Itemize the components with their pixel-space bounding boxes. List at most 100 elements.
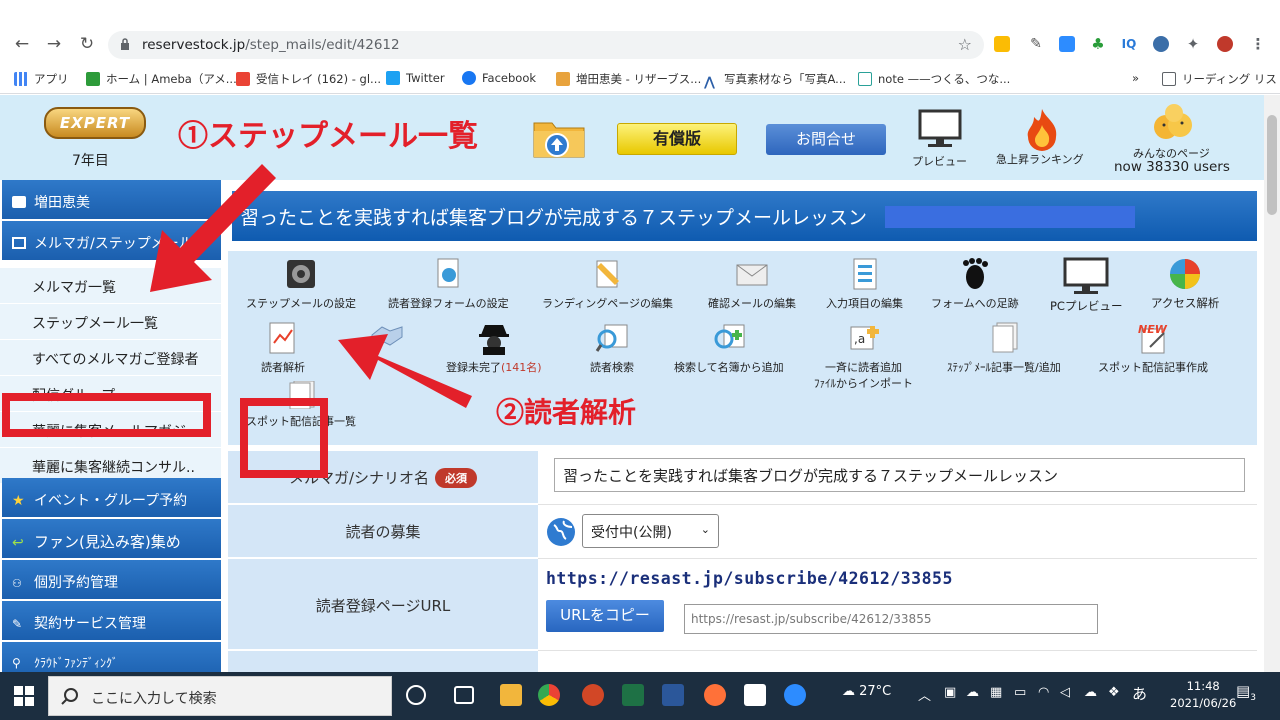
scenario-name-input[interactable]: 習ったことを実践すれば集客ブログが完成する７ステップメールレッスン xyxy=(554,458,1245,492)
bookmark-facebook[interactable]: Facebook xyxy=(462,71,536,85)
fire-icon[interactable] xyxy=(1020,107,1064,151)
reload-icon[interactable]: ↻ xyxy=(76,34,98,54)
tool-incomplete-signups[interactable]: 登録未完了(141名) xyxy=(446,321,542,375)
tray-chevron-icon[interactable]: ︿ xyxy=(918,685,931,704)
task-view-icon[interactable] xyxy=(454,686,474,704)
address-bar[interactable]: reservestock.jp/step_mails/edit/42612 ☆ xyxy=(108,31,984,59)
tool-input-fields-edit[interactable]: 入力項目の編集 xyxy=(826,257,903,311)
signup-url-field[interactable]: https://resast.jp/subscribe/42612/33855 xyxy=(684,604,1098,634)
ranking-label[interactable]: 急上昇ランキング xyxy=(996,151,1084,167)
cloud-sync-icon[interactable]: ☁ xyxy=(1084,685,1097,700)
sidebar-item-step-mail-list[interactable]: ステップメール一覧 xyxy=(0,304,221,340)
scenario-name-cell: 習ったことを実践すれば集客ブログが完成する７ステップメールレッスン xyxy=(538,451,1257,505)
tool-pc-preview[interactable]: PCプレビュー xyxy=(1050,257,1122,314)
tray-app-icon[interactable]: ▣ xyxy=(944,685,956,700)
bookmark-ameba[interactable]: ホーム | Ameba（アメ... xyxy=(86,71,237,87)
eyedropper-icon[interactable]: ✎ xyxy=(1028,36,1044,52)
profile-avatar[interactable] xyxy=(1217,36,1233,52)
sidebar-item-fans[interactable]: ↩ ファン(見込み客)集め xyxy=(2,519,221,559)
bookmark-apps[interactable]: アプリ xyxy=(14,71,69,87)
tool-signup-form-settings[interactable]: 読者登録フォームの設定 xyxy=(388,257,509,311)
tool-access-analysis[interactable]: アクセス解析 xyxy=(1151,257,1219,311)
annotation-step-mail-list: ①ステップメール一覧 xyxy=(178,119,478,154)
magnifier-doc-icon xyxy=(595,324,628,352)
chrome-icon[interactable] xyxy=(538,684,560,706)
contact-button[interactable]: お問合せ xyxy=(766,124,886,155)
sidebar-item-mailmag-list[interactable]: メルマガ一覧 xyxy=(0,268,221,304)
clover-icon[interactable]: ♣ xyxy=(1090,36,1106,52)
tool-search-add[interactable]: 検索して名簿から追加 xyxy=(674,321,784,375)
wifi-icon[interactable]: ◠ xyxy=(1038,685,1049,700)
folder-upload-icon[interactable] xyxy=(532,117,586,159)
bookmark-photo[interactable]: ⋀ 写真素材なら「写真A... xyxy=(704,71,846,90)
dropbox-icon[interactable]: ❖ xyxy=(1108,685,1120,700)
ime-indicator[interactable]: あ xyxy=(1132,683,1147,704)
handshake-icon[interactable] xyxy=(370,323,404,349)
sidebar-item-crowdfunding[interactable]: ⚲ ｸﾗｳﾄﾞﾌｧﾝﾃﾞｨﾝｸﾞ xyxy=(2,642,221,672)
taskbar-search[interactable]: ここに入力して検索 xyxy=(48,676,392,716)
app-icon[interactable] xyxy=(744,684,766,706)
clock[interactable]: 11:48 2021/06/26 xyxy=(1170,678,1236,712)
word-icon[interactable] xyxy=(662,684,684,706)
sidebar-item-event[interactable]: ★ イベント・グループ予約 xyxy=(2,478,221,518)
sidebar-user[interactable]: 増田恵美 xyxy=(2,180,221,220)
windows-start-icon[interactable] xyxy=(14,686,34,706)
scroll-thumb[interactable] xyxy=(1267,115,1277,215)
volume-icon[interactable]: ◁ xyxy=(1060,685,1070,700)
tool-form-footprints[interactable]: フォームへの足跡 xyxy=(931,257,1019,311)
globe-ext-icon[interactable] xyxy=(1153,36,1169,52)
recruit-select[interactable]: 受付中(公開) ⌄ xyxy=(582,514,719,548)
battery-icon[interactable]: ▭ xyxy=(1014,685,1026,700)
zoom-ext-icon[interactable] xyxy=(1059,36,1075,52)
monitor-icon[interactable] xyxy=(918,109,962,149)
recruit-cell: 受付中(公開) ⌄ xyxy=(538,505,1257,559)
bookmark-gmail[interactable]: 受信トレイ (162) - gl... xyxy=(236,71,381,87)
explorer-icon[interactable] xyxy=(500,684,522,706)
recruit-label: 読者の募集 xyxy=(228,505,538,559)
tool-step-articles[interactable]: ｽﾃｯﾌﾟﾒｰﾙ記事一覧/追加 xyxy=(947,321,1061,375)
paid-version-button[interactable]: 有償版 xyxy=(617,123,737,155)
back-icon[interactable]: ← xyxy=(11,34,33,54)
firefox-icon[interactable] xyxy=(704,684,726,706)
reading-list[interactable]: リーディング リスト xyxy=(1162,71,1280,87)
facebook-icon xyxy=(462,71,476,85)
footprint-icon xyxy=(962,258,988,289)
bookmark-reservestock[interactable]: 増田恵美 - リザーブス... xyxy=(556,71,701,87)
expert-logo[interactable]: EXPERT xyxy=(44,107,146,139)
sidebar-item-booking[interactable]: ⚇ 個別予約管理 xyxy=(2,560,221,600)
weather-widget[interactable]: ☁ 27°C xyxy=(842,684,891,699)
subscribe-link[interactable]: https://resast.jp/subscribe/42612/33855 xyxy=(546,569,953,588)
tool-spot-article-create[interactable]: NEW スポット配信記事作成 xyxy=(1098,321,1208,375)
bookmark-note[interactable]: note ——つくる、つな... xyxy=(858,71,1010,87)
browser-toolbar: ← → ↻ reservestock.jp/step_mails/edit/42… xyxy=(0,0,1280,64)
tool-confirm-mail-edit[interactable]: 確認メールの編集 xyxy=(708,257,796,311)
excel-icon[interactable] xyxy=(622,684,644,706)
notification-icon[interactable]: ▤3 xyxy=(1236,682,1256,703)
tool-step-mail-settings[interactable]: ステップメールの設定 xyxy=(246,257,356,311)
onedrive-icon[interactable]: ☁ xyxy=(966,685,979,700)
zoom-icon[interactable] xyxy=(784,684,806,706)
characters-icon[interactable] xyxy=(1152,103,1194,143)
bookmarks-overflow[interactable]: » xyxy=(1132,71,1139,85)
forward-icon[interactable]: → xyxy=(43,34,65,54)
powerpoint-icon[interactable] xyxy=(582,684,604,706)
preview-label[interactable]: プレビュー xyxy=(912,153,967,169)
sidebar-mailmag[interactable]: メルマガ/ステップメール xyxy=(2,221,221,261)
tool-reader-search[interactable]: 読者検索 xyxy=(590,321,634,375)
iq-icon[interactable]: IQ xyxy=(1121,36,1137,52)
tray-image-icon[interactable]: ▦ xyxy=(990,685,1002,700)
sidebar-item-all-subscribers[interactable]: すべてのメルマガご登録者 xyxy=(0,340,221,376)
drive-icon[interactable] xyxy=(994,36,1010,52)
bookmark-twitter[interactable]: Twitter xyxy=(386,71,445,85)
page-scrollbar[interactable] xyxy=(1264,95,1280,672)
tool-reader-analysis[interactable]: 読者解析 xyxy=(261,321,305,375)
cortana-icon[interactable] xyxy=(406,685,426,705)
sidebar-item-contract[interactable]: ✎ 契約サービス管理 xyxy=(2,601,221,641)
bookmark-star-icon[interactable]: ☆ xyxy=(958,35,972,54)
copy-url-button[interactable]: URLをコピー xyxy=(546,600,664,632)
menu-icon[interactable]: ⋮ xyxy=(1250,36,1266,52)
tool-landing-page-edit[interactable]: ランディングページの編集 xyxy=(542,257,673,311)
apps-icon xyxy=(14,72,28,86)
puzzle-icon[interactable]: ✦ xyxy=(1185,36,1201,52)
tool-bulk-add[interactable]: ,a 一斉に読者追加 ﾌｧｲﾙからインポート xyxy=(814,321,913,391)
